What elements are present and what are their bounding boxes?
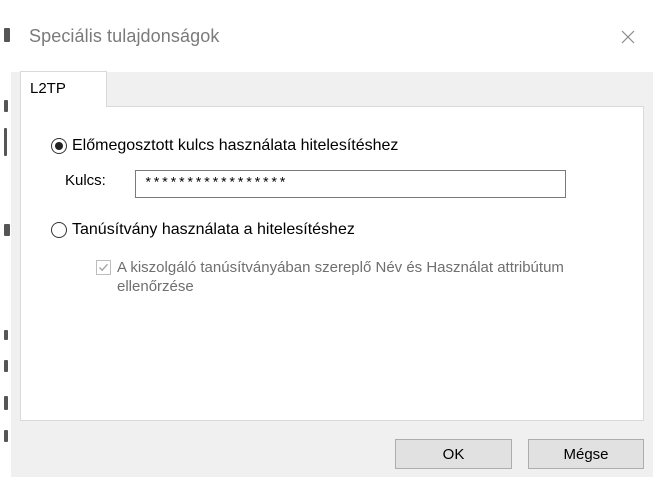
close-icon xyxy=(621,30,635,44)
psk-label: Előmegosztott kulcs használata hitelesít… xyxy=(72,137,399,154)
tab-label: L2TP xyxy=(30,80,66,97)
ok-button[interactable]: OK xyxy=(395,439,512,469)
certificate-radio[interactable] xyxy=(51,222,67,238)
dialog-title: Speciális tulajdonságok xyxy=(29,26,220,46)
title-bar: Speciális tulajdonságok xyxy=(11,0,653,72)
advanced-properties-dialog: Speciális tulajdonságok L2TP Előmegoszto… xyxy=(11,0,653,477)
psk-radio[interactable] xyxy=(51,138,67,154)
certificate-label: Tanúsítvány használata a hitelesítéshez xyxy=(72,221,355,238)
background-text-fragment xyxy=(4,360,8,372)
verify-certificate-checkbox xyxy=(96,260,111,275)
tab-panel-l2tp: Előmegosztott kulcs használata hitelesít… xyxy=(20,106,644,421)
background-text-fragment xyxy=(4,128,7,156)
verify-certificate-label: A kiszolgáló tanúsítványában szereplő Né… xyxy=(117,259,564,295)
psk-option[interactable]: Előmegosztott kulcs használata hitelesít… xyxy=(51,137,398,155)
certificate-option[interactable]: Tanúsítvány használata a hitelesítéshez xyxy=(51,221,355,239)
checkmark-icon xyxy=(99,263,109,272)
background-text-fragment xyxy=(4,430,8,442)
close-button[interactable] xyxy=(613,22,643,52)
background-text-fragment xyxy=(4,330,8,340)
tab-l2tp[interactable]: L2TP xyxy=(20,71,107,107)
key-input[interactable] xyxy=(135,170,566,198)
cancel-button[interactable]: Mégse xyxy=(528,439,644,469)
background-text-fragment xyxy=(4,224,10,236)
key-label: Kulcs: xyxy=(65,172,106,189)
background-text-fragment xyxy=(4,28,10,42)
background-text-fragment xyxy=(4,396,8,410)
background-text-fragment xyxy=(4,100,8,112)
